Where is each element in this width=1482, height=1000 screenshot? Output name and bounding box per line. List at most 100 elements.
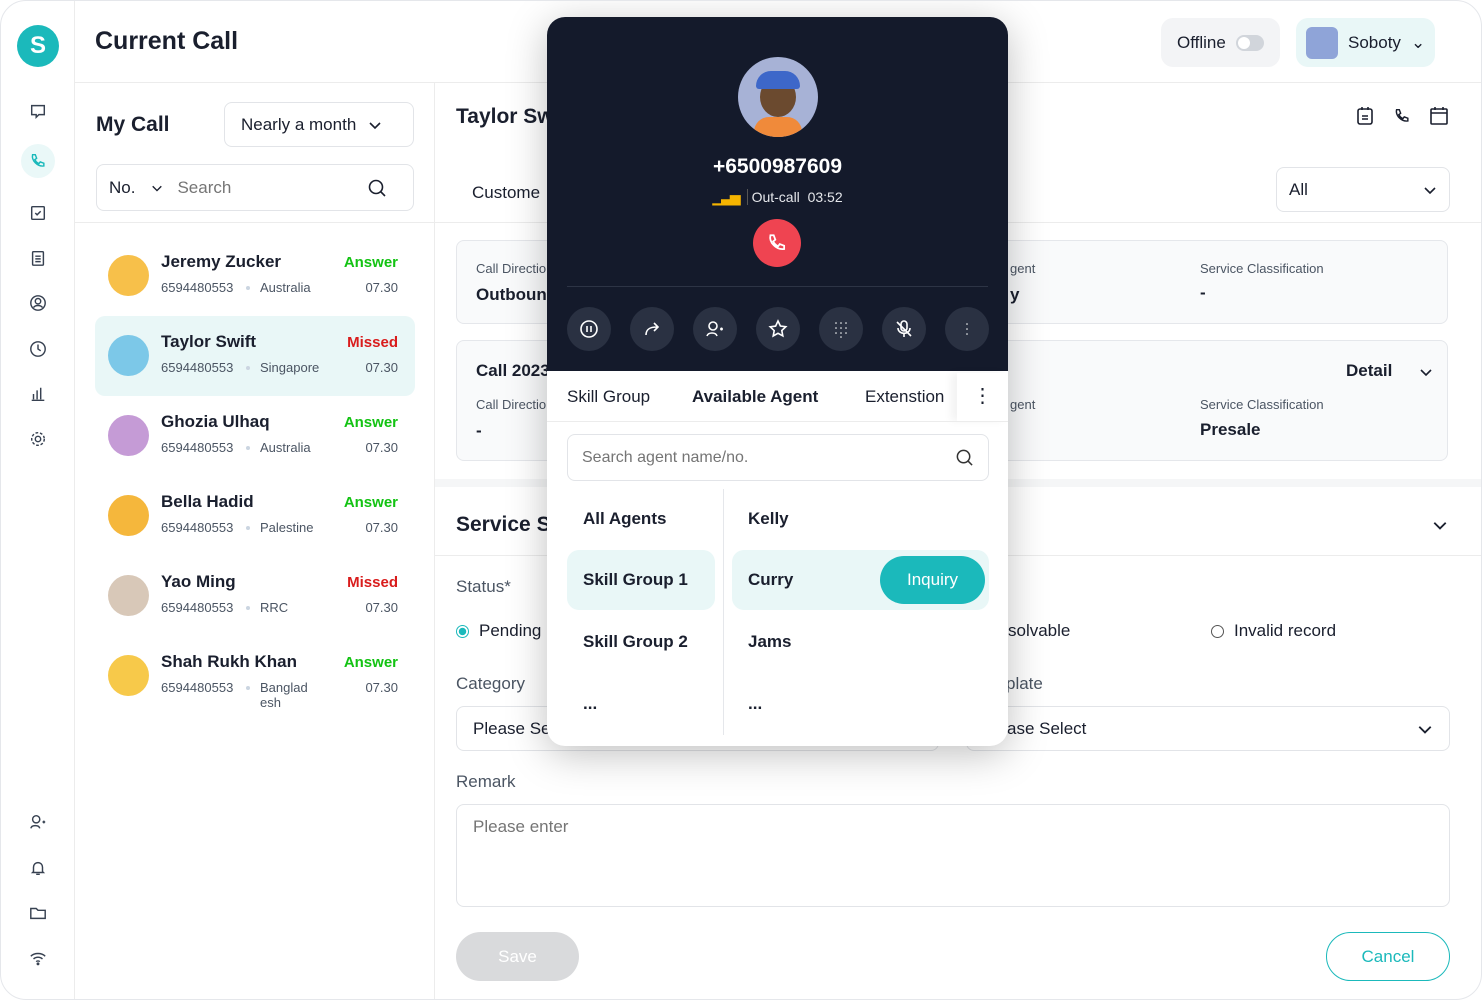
transfer-button[interactable] — [693, 307, 737, 351]
avatar — [108, 655, 149, 696]
skill-group-item[interactable]: ... — [567, 674, 715, 734]
chevron-down-icon — [368, 118, 382, 132]
skill-group-item[interactable]: Skill Group 1 — [567, 550, 715, 610]
call-list-item[interactable]: Shah Rukh Khan 6594480553 Banglad esh An… — [95, 636, 415, 716]
checkbox-icon[interactable] — [23, 198, 53, 228]
caller-country: Singapore — [260, 360, 320, 375]
label: Call Directio — [476, 397, 547, 412]
call-list-item[interactable]: Ghozia Ulhaq 6594480553 Australia Answer… — [95, 396, 415, 476]
avatar — [108, 495, 149, 536]
phone-icon — [769, 234, 786, 250]
phone-icon[interactable] — [21, 144, 55, 178]
star-icon — [768, 319, 788, 338]
divider — [75, 222, 434, 223]
call-time: 07.30 — [365, 440, 398, 455]
caller-avatar — [738, 57, 818, 137]
chart-icon[interactable] — [23, 379, 53, 409]
filter-select[interactable]: All — [1276, 167, 1450, 212]
active-call-panel: +6500987609 ▁▃▅ Out-call 03:52 — [547, 17, 1008, 371]
call-list-item[interactable]: Jeremy Zucker 6594480553 Australia Answe… — [95, 236, 415, 316]
cancel-button[interactable]: Cancel — [1326, 932, 1450, 981]
value: Outboun — [476, 285, 547, 304]
search-input[interactable] — [177, 177, 368, 198]
detail-toggle[interactable]: Detail — [1346, 361, 1392, 381]
search-type-select[interactable]: No. — [109, 178, 135, 198]
more-icon — [966, 323, 968, 335]
divider — [567, 286, 988, 287]
call-list-item[interactable]: Bella Hadid 6594480553 Palestine Answer … — [95, 476, 415, 556]
period-select[interactable]: Nearly a month — [224, 102, 414, 147]
chat-icon[interactable] — [23, 96, 53, 126]
end-call-button[interactable] — [753, 219, 801, 267]
skill-group-item[interactable]: Skill Group 2 — [567, 612, 715, 672]
caller-country: Australia — [260, 440, 311, 455]
inquiry-button[interactable]: Inquiry — [880, 556, 985, 604]
notes-icon[interactable] — [1356, 106, 1374, 126]
radio-solvable[interactable]: solvable — [1008, 621, 1070, 641]
mute-button[interactable] — [882, 307, 926, 351]
agent-search-box[interactable] — [567, 434, 989, 481]
user-settings-icon[interactable] — [23, 807, 53, 837]
more-tabs-icon[interactable]: ⋮ — [957, 373, 1008, 421]
remark-input[interactable] — [456, 804, 1450, 907]
toggle-switch[interactable] — [1235, 34, 1264, 51]
user-menu[interactable]: Soboty ⌄ — [1296, 18, 1436, 67]
radio-pending[interactable]: Pending — [456, 621, 541, 641]
tab-available-agent[interactable]: Available Agent — [692, 387, 818, 407]
status-toggle[interactable]: Offline — [1161, 18, 1280, 67]
search-box[interactable]: No. — [96, 164, 414, 211]
status-label: Status* — [456, 577, 511, 596]
wifi-icon[interactable] — [23, 943, 53, 973]
clipboard-icon[interactable] — [23, 243, 53, 273]
value: - — [476, 421, 482, 440]
gear-icon[interactable] — [23, 424, 53, 454]
agent-item[interactable]: ... — [732, 674, 989, 734]
agent-item[interactable]: Jams — [732, 612, 989, 672]
call-popup: +6500987609 ▁▃▅ Out-call 03:52 Skill Gro… — [547, 17, 1008, 746]
label: Service Classification — [1200, 397, 1324, 412]
filter-value: All — [1289, 179, 1308, 199]
avatar — [1306, 26, 1338, 59]
save-button[interactable]: Save — [456, 932, 579, 981]
calendar-icon[interactable] — [1430, 106, 1448, 126]
call-status-badge: Answer — [343, 494, 398, 511]
page-title: Current Call — [95, 27, 239, 55]
caller-number: 6594480553 — [161, 440, 234, 455]
radio-invalid-record[interactable]: Invalid record — [1211, 621, 1336, 641]
app-window: S Current Call Offline Soboty ⌄ My Call … — [0, 0, 1482, 1000]
caller-name: Shah Rukh Khan — [161, 652, 298, 671]
tab-extension[interactable]: Extenstion — [865, 387, 944, 407]
keypad-button[interactable] — [819, 307, 863, 351]
agent-search-input[interactable] — [582, 448, 922, 467]
tab-customer[interactable]: Custome — [472, 183, 540, 203]
search-icon[interactable] — [955, 448, 974, 467]
chevron-down-icon[interactable] — [1419, 365, 1433, 379]
call-status: ▁▃▅ Out-call 03:52 — [712, 189, 843, 205]
caller-country: Banglad esh — [260, 680, 308, 710]
template-select[interactable]: ase Select — [966, 706, 1450, 751]
skill-group-item[interactable]: All Agents — [567, 489, 715, 549]
caller-name: Bella Hadid — [161, 492, 254, 511]
pause-button[interactable] — [567, 307, 611, 351]
agent-item[interactable]: Kelly — [732, 489, 989, 549]
phone-icon[interactable] — [1393, 106, 1411, 126]
tab-skill-group[interactable]: Skill Group — [567, 387, 650, 407]
user-circle-icon[interactable] — [23, 288, 53, 318]
call-list-item[interactable]: Taylor Swift 6594480553 Singapore Missed… — [95, 316, 415, 396]
more-button[interactable] — [945, 307, 989, 351]
folder-icon[interactable] — [23, 898, 53, 928]
call-list-item[interactable]: Yao Ming 6594480553 RRC Missed 07.30 — [95, 556, 415, 636]
search-icon[interactable] — [367, 178, 387, 198]
caller-name: Ghozia Ulhaq — [161, 412, 270, 431]
separator-dot — [246, 286, 250, 290]
label: Call Directio — [476, 261, 547, 276]
call-time: 07.30 — [365, 360, 398, 375]
chevron-down-icon[interactable] — [1432, 517, 1448, 533]
my-call-title: My Call — [96, 113, 170, 136]
favorite-button[interactable] — [756, 307, 800, 351]
forward-button[interactable] — [630, 307, 674, 351]
user-name: Soboty — [1348, 32, 1401, 52]
agent-item[interactable]: Curry Inquiry — [732, 550, 989, 610]
bell-icon[interactable] — [23, 853, 53, 883]
clock-icon[interactable] — [23, 334, 53, 364]
